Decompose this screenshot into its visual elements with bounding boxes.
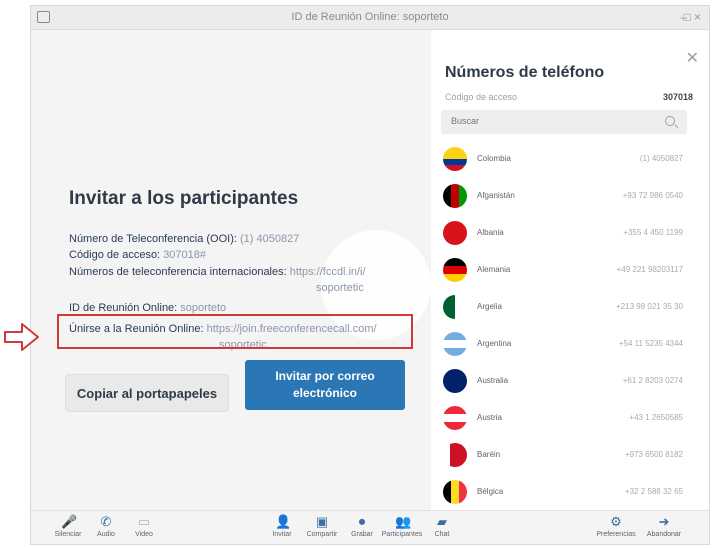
bahrain-flag-icon	[443, 443, 467, 467]
country-search[interactable]	[441, 110, 687, 134]
country-phone-number: +61 2 8203 0274	[622, 376, 683, 385]
country-row[interactable]: Albania +355 4 450 1199	[431, 217, 701, 254]
country-row[interactable]: Colombia (1) 4050827	[431, 143, 701, 180]
phone-icon: ✆	[100, 514, 112, 529]
country-row[interactable]: Austria +43 1 2650585	[431, 402, 701, 439]
search-icon[interactable]	[665, 116, 675, 126]
austria-flag-icon	[443, 406, 467, 430]
title-bar: ID de Reunión Online: soporteto – □ ×	[31, 6, 709, 30]
country-name: Albania	[477, 228, 504, 237]
toolbar-label: Abandonar	[646, 531, 682, 538]
invite-title: Invitar a los participantes	[69, 188, 299, 209]
country-name: Argentina	[477, 339, 512, 348]
country-row[interactable]: Bélgica +32 2 588 32 65	[431, 476, 701, 513]
meeting-id-value: soporteto	[180, 302, 227, 314]
close-window-button[interactable]: □ ×	[683, 10, 701, 24]
meeting-toolbar: 🎤 Silenciar ✆ Audio ▭ Video 👤 Invitar ▣ Compartir…	[31, 510, 709, 544]
highlight-box	[57, 314, 413, 349]
phone-numbers-title: Números de teléfono	[445, 64, 605, 81]
screenshot-stage: ID de Reunión Online: soporteto – □ × In…	[0, 0, 713, 548]
access-code-label: Código de acceso:	[69, 249, 161, 261]
conference-number-value[interactable]: (1) 4050827	[240, 233, 299, 245]
window-title: ID de Reunión Online: soporteto	[291, 11, 449, 23]
access-code-value: 307018	[662, 92, 693, 102]
algeria-flag-icon	[443, 295, 467, 319]
country-phone-number: +355 4 450 1199	[623, 228, 683, 237]
share-screen-icon: ▣	[315, 514, 329, 529]
arrow-icon	[4, 323, 39, 351]
country-row[interactable]: Argentina +54 11 5235 4344	[431, 328, 701, 365]
add-user-icon: 👤	[275, 514, 292, 529]
international-numbers-row: Números de teleconferencia internacional…	[69, 266, 366, 278]
country-name: Argelia	[477, 302, 502, 311]
argentina-flag-icon	[443, 332, 467, 356]
country-phone-number: +213 98 021 35 30	[616, 302, 683, 311]
record-icon: ⏺	[358, 514, 366, 529]
conference-number-row: Número de Teleconferencia (OOI): (1) 405…	[69, 233, 299, 245]
toolbar-label: Video	[135, 531, 153, 538]
toolbar-video-button[interactable]: ▭ Video	[119, 513, 169, 539]
close-icon[interactable]: ✕	[686, 48, 699, 68]
germany-flag-icon	[443, 258, 467, 282]
meeting-window: ID de Reunión Online: soporteto – □ × In…	[30, 5, 710, 545]
chat-icon: ▰	[437, 514, 447, 529]
participants-icon: 👥	[395, 514, 412, 529]
international-numbers-label: Números de teleconferencia internacional…	[69, 266, 287, 278]
invite-by-email-button[interactable]: Invitar por correo electrónico	[245, 360, 405, 410]
belgium-flag-icon	[443, 480, 467, 504]
invite-by-email-label-2: electrónico	[292, 386, 358, 400]
country-name: Colombia	[477, 154, 511, 163]
afghanistan-flag-icon	[443, 184, 467, 208]
country-phone-number: (1) 4050827	[639, 154, 683, 163]
international-numbers-link-cont[interactable]: soportetic	[316, 282, 364, 294]
country-row[interactable]: Baréin +973 6500 8182	[431, 439, 701, 476]
country-name: Afganistán	[477, 191, 515, 200]
exit-icon: ➜	[658, 514, 670, 529]
access-code-value: 307018#	[163, 249, 207, 261]
country-name: Alemania	[477, 265, 511, 274]
international-numbers-row-cont: soportetic	[316, 282, 364, 294]
country-phone-number: +973 6500 8182	[624, 450, 683, 459]
country-phone-number: +49 221 98203117	[616, 265, 683, 274]
country-name: Austria	[477, 413, 502, 422]
country-phone-number: +32 2 588 32 65	[624, 487, 683, 496]
country-name: Australia	[477, 376, 509, 385]
toolbar-label: Preferencias	[596, 531, 636, 538]
country-phone-number: +93 72 986 0540	[622, 191, 683, 200]
toolbar-label: Chat	[434, 531, 450, 538]
meeting-id-row: ID de Reunión Online: soporteto	[69, 302, 226, 314]
country-search-input[interactable]	[451, 116, 651, 126]
phone-numbers-panel: ✕ Números de teléfono Código de acceso 3…	[431, 30, 709, 513]
video-icon: ▭	[137, 514, 151, 529]
country-row[interactable]: Afganistán +93 72 986 0540	[431, 180, 701, 217]
country-name: Baréin	[477, 450, 501, 459]
toolbar-chat-button[interactable]: ▰ Chat	[417, 513, 467, 539]
invite-by-email-label-1: Invitar por correo	[275, 369, 375, 383]
country-list: Colombia (1) 4050827 Afganistán +93 72 986 …	[431, 143, 701, 513]
copy-to-clipboard-button[interactable]: Copiar al portapapeles	[65, 374, 229, 412]
access-code-row: Código de acceso: 307018#	[69, 249, 206, 261]
toolbar-preferencias-button[interactable]: ⚙ Preferencias	[591, 513, 641, 539]
country-name: Bélgica	[477, 487, 504, 496]
country-phone-number: +43 1 2650585	[629, 413, 683, 422]
microphone-icon: 🎤	[61, 514, 78, 529]
country-row[interactable]: Argelia +213 98 021 35 30	[431, 291, 701, 328]
gear-icon: ⚙	[610, 514, 622, 529]
country-row[interactable]: Alemania +49 221 98203117	[431, 254, 701, 291]
colombia-flag-icon	[443, 147, 467, 171]
invite-panel: Invitar a los participantes Número de Te…	[31, 30, 431, 510]
meeting-id-label: ID de Reunión Online:	[69, 302, 178, 314]
international-numbers-link[interactable]: https://fccdl.in/i/	[290, 266, 366, 278]
australia-flag-icon	[443, 369, 467, 393]
country-row[interactable]: Australia +61 2 8203 0274	[431, 365, 701, 402]
conference-number-label: Número de Teleconferencia (OOI):	[69, 233, 237, 245]
toolbar-abandonar-button[interactable]: ➜ Abandonar	[639, 513, 689, 539]
copy-to-clipboard-label: Copiar al portapapeles	[76, 385, 218, 401]
country-phone-number: +54 11 5235 4344	[618, 339, 683, 348]
access-code-label: Código de acceso	[445, 92, 518, 102]
albania-flag-icon	[443, 221, 467, 245]
